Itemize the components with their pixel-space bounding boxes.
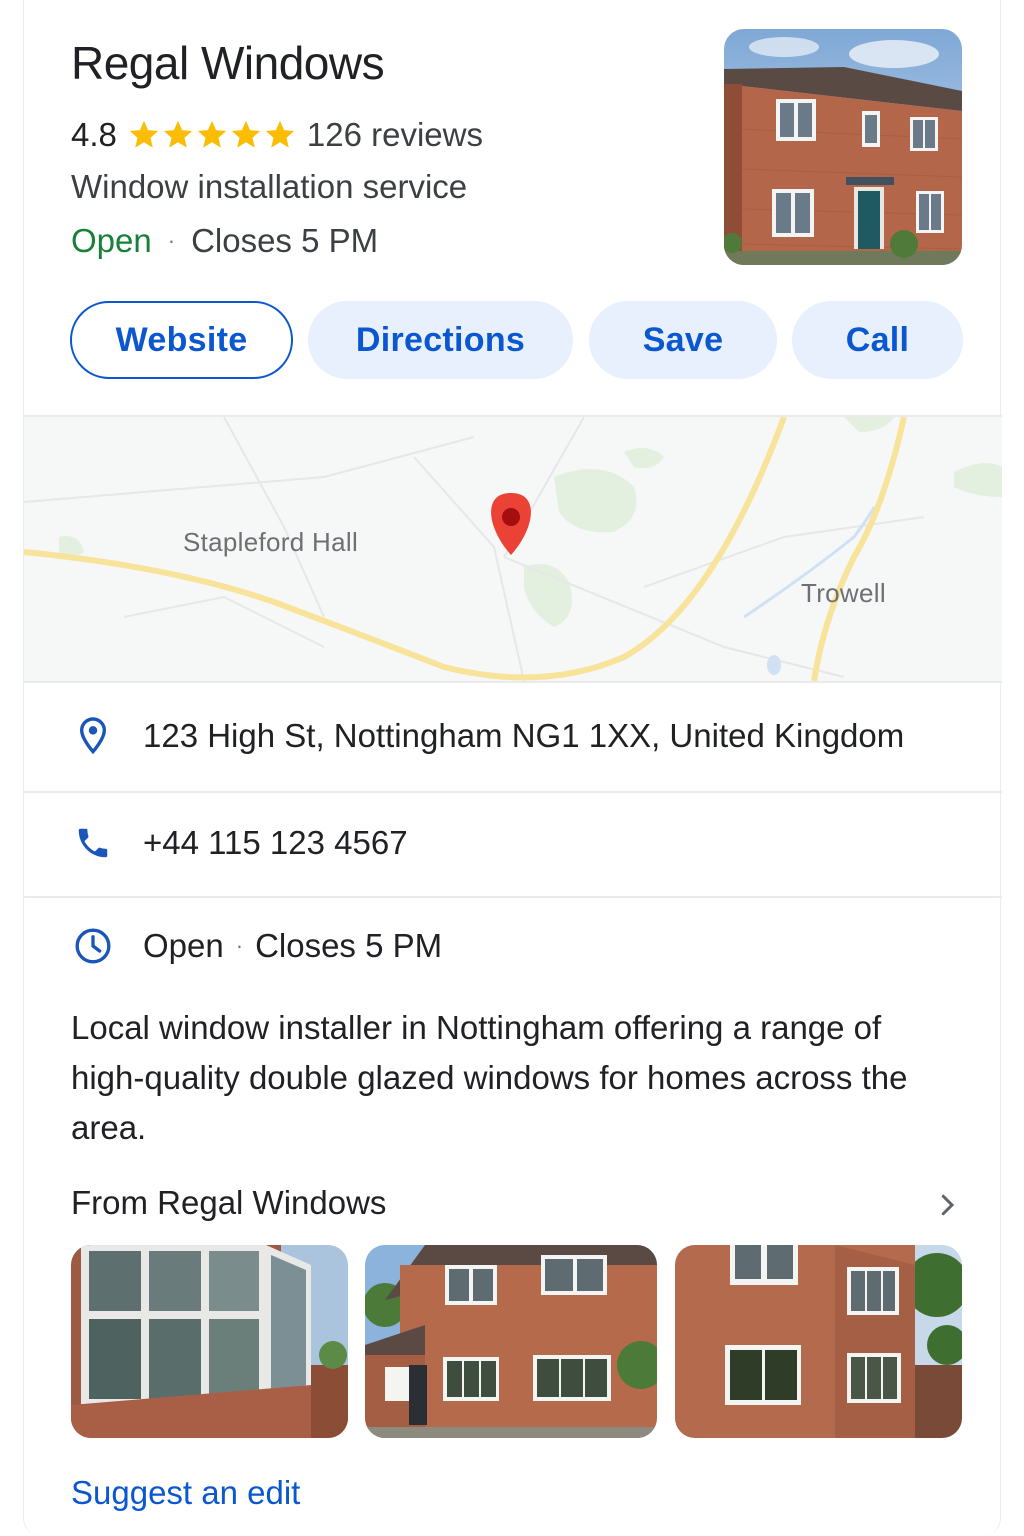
clock-icon bbox=[71, 924, 115, 968]
from-section-title: From Regal Windows bbox=[71, 1184, 387, 1221]
chevron-right-icon[interactable] bbox=[932, 1190, 962, 1220]
star-icon bbox=[129, 120, 159, 148]
star-icon bbox=[163, 120, 193, 148]
directions-button[interactable]: Directions bbox=[308, 301, 573, 379]
separator-dot: · bbox=[167, 228, 176, 253]
business-photo[interactable] bbox=[724, 29, 962, 265]
house-side-photo[interactable] bbox=[675, 1245, 962, 1438]
window-closeup-photo[interactable] bbox=[71, 1245, 348, 1438]
location-map[interactable]: Stapleford Hall Trowell bbox=[24, 417, 1002, 681]
location-pin-icon bbox=[71, 714, 115, 758]
hours-summary[interactable]: Open · Closes 5 PM bbox=[71, 222, 378, 260]
call-button[interactable]: Call bbox=[792, 301, 963, 379]
divider bbox=[24, 681, 1002, 683]
star-icon bbox=[197, 120, 227, 148]
rating-value: 4.8 bbox=[71, 116, 117, 153]
separator-dot: · bbox=[235, 933, 244, 958]
hours-row[interactable]: Open · Closes 5 PM bbox=[71, 924, 442, 968]
suggest-edit-link[interactable]: Suggest an edit bbox=[71, 1474, 300, 1512]
star-icon bbox=[231, 120, 261, 148]
divider bbox=[24, 791, 1002, 793]
phone-row[interactable]: +44 115 123 4567 bbox=[71, 821, 408, 865]
house-front-photo[interactable] bbox=[365, 1245, 657, 1438]
business-description: Local window installer in Nottingham off… bbox=[71, 1009, 908, 1146]
hours-open-status: Open bbox=[143, 927, 224, 964]
address-text: 123 High St, Nottingham NG1 1XX, United … bbox=[143, 717, 905, 754]
divider bbox=[24, 896, 1002, 898]
open-status: Open bbox=[71, 222, 152, 259]
phone-icon bbox=[71, 821, 115, 865]
hours-closing-time: Closes 5 PM bbox=[255, 927, 443, 964]
address-row[interactable]: 123 High St, Nottingham NG1 1XX, United … bbox=[71, 714, 904, 758]
closing-time: Closes 5 PM bbox=[191, 222, 379, 259]
star-icon bbox=[265, 120, 295, 148]
save-button[interactable]: Save bbox=[589, 301, 777, 379]
reviews-link[interactable]: 126 reviews bbox=[307, 116, 483, 154]
business-category: Window installation service bbox=[71, 168, 468, 205]
map-label-trowell: Trowell bbox=[801, 578, 886, 608]
website-button[interactable]: Website bbox=[70, 301, 293, 379]
map-label-stapleford: Stapleford Hall bbox=[183, 527, 359, 557]
rating-row[interactable]: 4.8 126 reviews bbox=[71, 114, 483, 156]
rating-stars bbox=[127, 118, 297, 152]
business-name: Regal Windows bbox=[71, 37, 385, 89]
business-panel: Regal Windows 4.8 126 reviews Window ins… bbox=[23, 0, 1002, 1536]
phone-number: +44 115 123 4567 bbox=[143, 824, 408, 861]
